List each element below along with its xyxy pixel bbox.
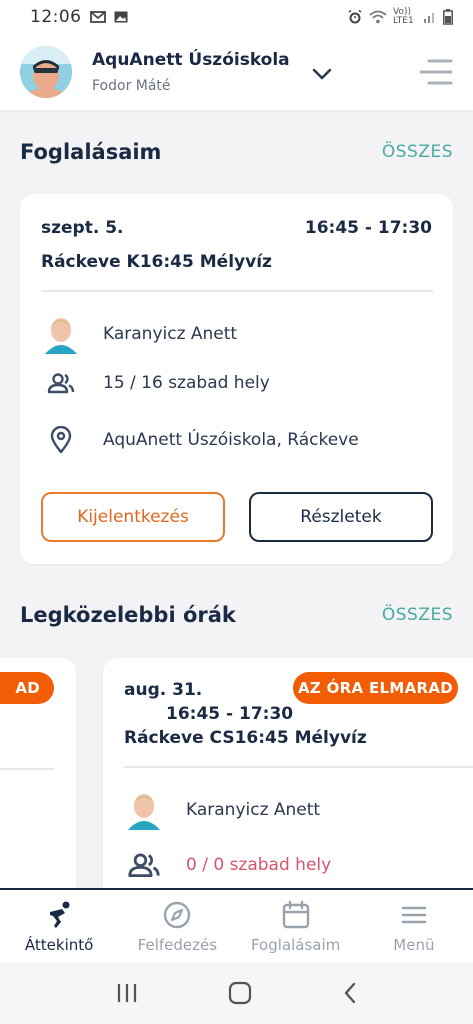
back-icon[interactable] — [342, 981, 358, 1005]
alarm-icon — [348, 9, 362, 24]
nav-label: Menü — [393, 936, 435, 954]
bookings-section-header: Foglalásaim ÖSSZES — [20, 140, 453, 164]
app-header: AquAnett Úszóiskola Fodor Máté — [0, 34, 473, 110]
spots-text: 15 / 16 szabad hely — [103, 373, 270, 393]
swimmer-icon — [50, 901, 70, 928]
location-text: AquAnett Úszóiskola, Ráckeve — [103, 430, 359, 450]
upcoming-card-previous[interactable]: AD — [0, 658, 76, 918]
compass-icon — [164, 901, 191, 929]
image-notification-icon — [114, 11, 127, 23]
location-pin-icon — [50, 426, 72, 454]
spots-row: 0 / 0 szabad hely — [124, 852, 331, 878]
calendar-icon — [282, 900, 309, 929]
nav-label: Felfedezés — [137, 936, 218, 954]
signal-icon — [424, 13, 434, 23]
spots-text: 0 / 0 szabad hely — [186, 855, 332, 875]
network-label: Vo)) LTE1 — [393, 7, 414, 26]
unsubscribe-button[interactable]: Kijelentkezés — [41, 492, 225, 542]
nav-label: Foglalásaim — [250, 936, 341, 954]
upcoming-date: aug. 31. — [124, 680, 203, 700]
instructor-name: Karanyicz Anett — [186, 800, 321, 820]
upcoming-card[interactable]: AZ ÓRA ELMARAD aug. 31. 16:45 - 17:30 Rá… — [103, 658, 473, 918]
home-icon[interactable] — [228, 981, 252, 1005]
nav-menu[interactable]: Menü — [355, 890, 473, 962]
bookings-title: Foglalásaim — [20, 140, 162, 164]
system-navigation-bar — [0, 962, 473, 1024]
card-divider — [124, 766, 473, 768]
card-divider — [41, 290, 433, 292]
status-bar: 12:06 Vo)) LTE1 — [0, 0, 473, 34]
user-name: Fodor Máté — [92, 78, 171, 94]
instructor-name: Karanyicz Anett — [103, 324, 238, 344]
cancelled-badge: AD — [0, 672, 54, 704]
status-time: 12:06 — [30, 7, 82, 27]
location-row: AquAnett Úszóiskola, Ráckeve — [41, 426, 359, 454]
upcoming-title: Legközelebbi órák — [20, 603, 236, 627]
bottom-navigation: Áttekintő Felfedezés Foglalásaim Menü — [0, 888, 473, 962]
school-name: AquAnett Úszóiskola — [92, 50, 290, 70]
user-avatar[interactable] — [20, 46, 72, 98]
cancelled-badge: AZ ÓRA ELMARAD — [293, 672, 458, 704]
instructor-avatar — [128, 794, 160, 830]
card-divider — [0, 768, 54, 770]
booking-card[interactable]: szept. 5. 16:45 - 17:30 Ráckeve K16:45 M… — [20, 194, 453, 564]
hamburger-menu-icon[interactable] — [419, 58, 453, 86]
hamburger-icon — [401, 906, 427, 924]
instructor-row: Karanyicz Anett — [41, 314, 237, 354]
upcoming-section-header: Legközelebbi órák ÖSSZES — [20, 603, 453, 627]
battery-icon — [443, 9, 453, 25]
nav-explore[interactable]: Felfedezés — [118, 890, 236, 962]
upcoming-class-name: Ráckeve CS16:45 Mélyvíz — [124, 728, 367, 748]
nav-overview[interactable]: Áttekintő — [0, 890, 118, 962]
wifi-icon — [369, 10, 387, 24]
gmail-icon — [89, 11, 106, 23]
nav-bookings[interactable]: Foglalásaim — [237, 890, 355, 962]
instructor-avatar — [45, 318, 77, 354]
upcoming-time: 16:45 - 17:30 — [166, 704, 294, 724]
booking-date: szept. 5. — [41, 218, 124, 238]
people-icon — [47, 373, 75, 394]
recent-apps-icon[interactable] — [115, 982, 139, 1004]
chevron-down-icon[interactable] — [312, 67, 332, 81]
booking-time: 16:45 - 17:30 — [304, 218, 432, 238]
bookings-all-link[interactable]: ÖSSZES — [382, 142, 453, 162]
upcoming-all-link[interactable]: ÖSSZES — [382, 605, 453, 625]
spots-row: 15 / 16 szabad hely — [41, 372, 270, 394]
booking-class-name: Ráckeve K16:45 Mélyvíz — [41, 252, 272, 272]
details-button[interactable]: Részletek — [249, 492, 433, 542]
instructor-row: Karanyicz Anett — [124, 790, 320, 830]
nav-label: Áttekintő — [24, 936, 94, 954]
people-icon — [128, 853, 160, 878]
